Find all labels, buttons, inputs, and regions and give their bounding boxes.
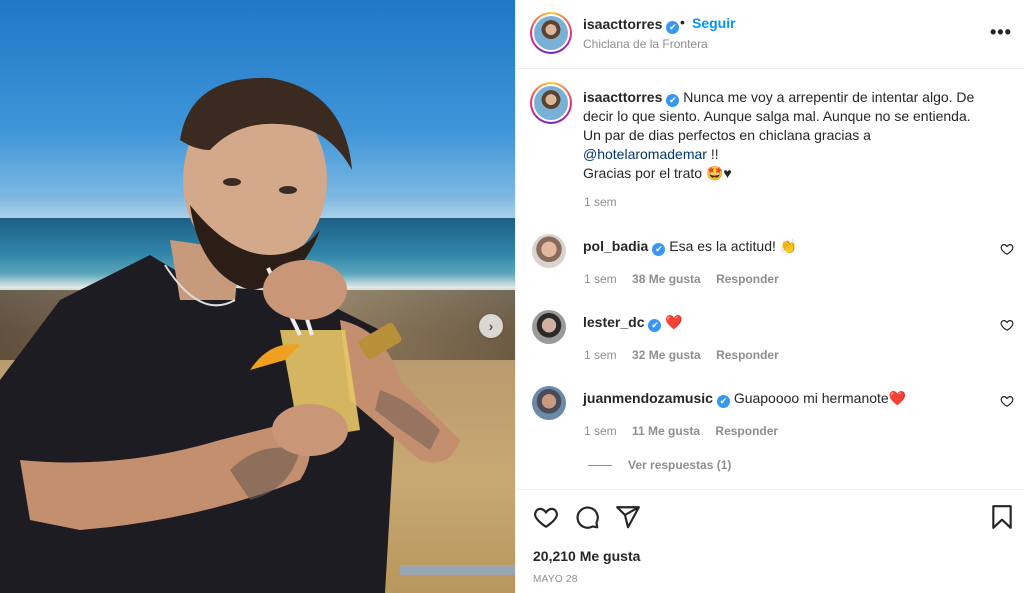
commenter-username[interactable]: lester_dc: [583, 314, 644, 330]
photo-person: [0, 77, 515, 593]
comment-likes[interactable]: 32 Me gusta: [632, 348, 701, 362]
comment-time[interactable]: 1 sem: [584, 272, 617, 286]
reply-button[interactable]: Responder: [715, 424, 778, 438]
comment-item: lester_dc ✔ ❤️ 1 sem 32 Me gusta Responde…: [516, 310, 1024, 370]
comment-like-heart-icon[interactable]: [1000, 394, 1014, 408]
comment-item: juanmendozamusic ✔ Guapoooo mi hermanote❤…: [516, 386, 1024, 446]
commenter-username[interactable]: pol_badia: [583, 238, 648, 254]
caption-line-1: Nunca me voy a arrepentir de intentar al…: [683, 89, 975, 105]
commenter-avatar[interactable]: [532, 386, 566, 420]
caption-text: isaacttorres ✔ Nunca me voy a arrepentir …: [583, 88, 983, 183]
reply-button[interactable]: Responder: [716, 348, 779, 362]
heart-icon[interactable]: [533, 504, 559, 530]
caption-mention-suffix: !!: [706, 146, 719, 162]
post-photo[interactable]: ›: [0, 0, 515, 593]
bookmark-icon[interactable]: [989, 504, 1015, 530]
comment-time[interactable]: 1 sem: [584, 424, 617, 438]
post-location[interactable]: Chiclana de la Frontera: [583, 37, 708, 51]
view-replies-button[interactable]: Ver respuestas (1): [588, 458, 731, 472]
comment-like-heart-icon[interactable]: [1000, 242, 1014, 256]
verified-badge-icon: ✔: [652, 243, 666, 256]
comment-text: pol_badia ✔ Esa es la actitud! 👏: [583, 238, 797, 256]
reply-button[interactable]: Responder: [716, 272, 779, 286]
post-date[interactable]: MAYO 28: [533, 574, 578, 585]
comment-text: juanmendozamusic ✔ Guapoooo mi hermanote❤…: [583, 390, 906, 408]
caption-timestamp[interactable]: 1 sem: [584, 195, 617, 209]
commenter-username[interactable]: juanmendozamusic: [583, 390, 713, 406]
comment-text: lester_dc ✔ ❤️: [583, 314, 683, 332]
post-actions: 20,210 Me gusta MAYO 28: [516, 489, 1024, 593]
comment-like-heart-icon[interactable]: [1000, 318, 1014, 332]
comment-meta: 1 sem 11 Me gusta Responder: [584, 424, 790, 438]
follow-button[interactable]: Seguir: [692, 15, 736, 31]
comment-likes[interactable]: 38 Me gusta: [632, 272, 701, 286]
paper-plane-icon[interactable]: [615, 504, 641, 530]
author-avatar[interactable]: [530, 12, 572, 54]
likes-count[interactable]: 20,210 Me gusta: [533, 548, 640, 564]
post-header: isaacttorres ✔ • Seguir Chiclana de la Fr…: [516, 0, 1024, 69]
caption-line-5: Gracias por el trato 🤩♥: [583, 165, 732, 181]
comment-body: Esa es la actitud! 👏: [669, 238, 798, 254]
comment-body: ❤️: [665, 314, 683, 330]
author-username[interactable]: isaacttorres ✔: [583, 16, 680, 34]
header-separator: •: [680, 14, 685, 30]
more-options-icon[interactable]: •••: [990, 22, 1012, 43]
verified-badge-icon: ✔: [648, 319, 662, 332]
commenter-avatar[interactable]: [532, 310, 566, 344]
verified-badge-icon: ✔: [666, 94, 680, 107]
caption-mention-link[interactable]: @hotelaromademar: [583, 146, 707, 162]
commenter-avatar[interactable]: [532, 234, 566, 268]
comment-meta: 1 sem 32 Me gusta Responder: [584, 348, 791, 362]
caption-author-avatar[interactable]: [530, 82, 572, 124]
comment-icon[interactable]: [574, 504, 600, 530]
verified-badge-icon: ✔: [666, 21, 680, 34]
comment-meta: 1 sem 38 Me gusta Responder: [584, 272, 791, 286]
caption-username[interactable]: isaacttorres: [583, 89, 662, 105]
comment-likes[interactable]: 11 Me gusta: [632, 424, 700, 438]
comment-time[interactable]: 1 sem: [584, 348, 617, 362]
replies-divider: [588, 465, 612, 467]
comment-body: Guapoooo mi hermanote❤️: [733, 390, 907, 406]
caption-line-2: decir lo que siento. Aunque salga mal. A…: [583, 108, 971, 124]
post-details-panel: isaacttorres ✔ • Seguir Chiclana de la Fr…: [515, 0, 1024, 593]
carousel-next-button[interactable]: ›: [479, 314, 503, 338]
caption-line-3: Un par de dias perfectos en chiclana gra…: [583, 127, 871, 143]
comment-item: pol_badia ✔ Esa es la actitud! 👏 1 sem 38…: [516, 234, 1024, 294]
verified-badge-icon: ✔: [716, 395, 730, 408]
